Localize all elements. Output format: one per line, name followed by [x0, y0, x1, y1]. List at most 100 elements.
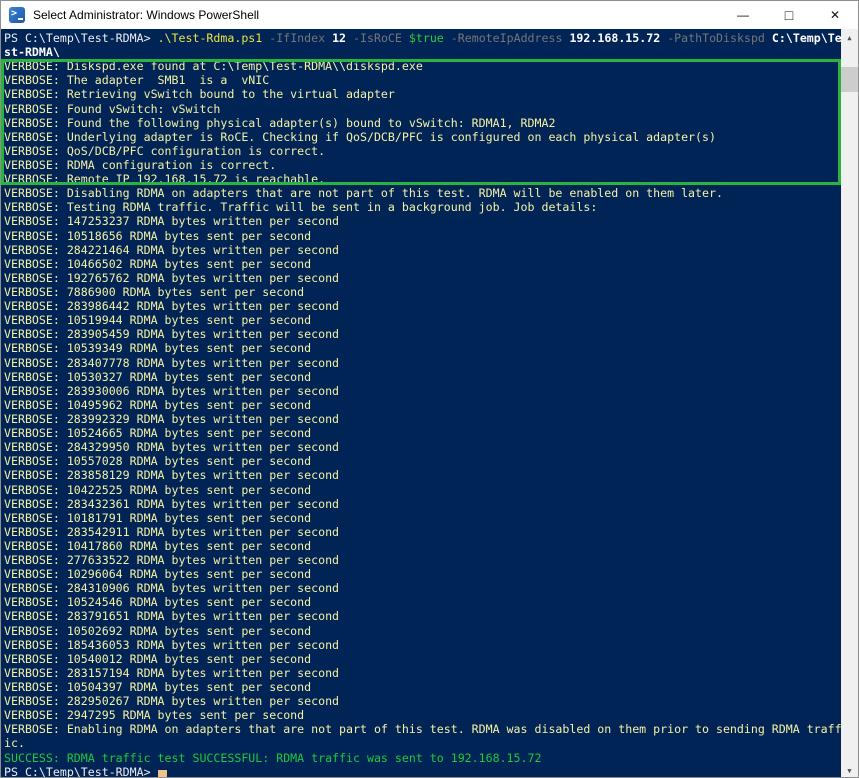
console-line: st-RDMA\ — [4, 45, 841, 59]
console-line: VERBOSE: Found the following physical ad… — [4, 116, 841, 130]
console-area[interactable]: PS C:\Temp\Test-RDMA> .\Test-Rdma.ps1 -I… — [1, 29, 858, 778]
console-line: VERBOSE: 283791651 RDMA bytes written pe… — [4, 609, 841, 623]
console-text-segment: VERBOSE: 10417860 RDMA bytes sent per se… — [4, 539, 311, 553]
console-line: VERBOSE: 10539349 RDMA bytes sent per se… — [4, 341, 841, 355]
console-line: VERBOSE: Disabling RDMA on adapters that… — [4, 186, 841, 200]
console-line: ic. — [4, 736, 841, 750]
console-line: VERBOSE: QoS/DCB/PFC configuration is co… — [4, 144, 841, 158]
vertical-scrollbar[interactable]: ▲ ▼ — [841, 29, 858, 778]
console-line: VERBOSE: Enabling RDMA on adapters that … — [4, 722, 841, 736]
console-text-segment: VERBOSE: 2947295 RDMA bytes sent per sec… — [4, 708, 304, 722]
console-line: VERBOSE: 282950267 RDMA bytes written pe… — [4, 694, 841, 708]
console-text-segment: PS C:\Temp\Test-RDMA> — [4, 31, 158, 45]
console-text-segment: VERBOSE: 10524665 RDMA bytes sent per se… — [4, 426, 311, 440]
powershell-window: Select Administrator: Windows PowerShell… — [0, 0, 859, 778]
console-line: VERBOSE: 10296064 RDMA bytes sent per se… — [4, 567, 841, 581]
console-line: VERBOSE: 283432361 RDMA bytes written pe… — [4, 497, 841, 511]
console-text-segment: -PathToDiskspd — [667, 31, 765, 45]
console-line: PS C:\Temp\Test-RDMA> — [4, 765, 841, 778]
console-text-segment: VERBOSE: 283858129 RDMA bytes written pe… — [4, 468, 339, 482]
console-text-segment: VERBOSE: 284310906 RDMA bytes written pe… — [4, 581, 339, 595]
console-line: PS C:\Temp\Test-RDMA> .\Test-Rdma.ps1 -I… — [4, 31, 841, 45]
console-text-segment: VERBOSE: 283407778 RDMA bytes written pe… — [4, 356, 339, 370]
console-line: VERBOSE: 10557028 RDMA bytes sent per se… — [4, 454, 841, 468]
console-line: VERBOSE: 284310906 RDMA bytes written pe… — [4, 581, 841, 595]
console-text-segment: PS C:\Temp\Test-RDMA> — [4, 765, 158, 778]
scroll-down-button[interactable]: ▼ — [841, 762, 858, 778]
console-text-segment: VERBOSE: 277633522 RDMA bytes written pe… — [4, 553, 339, 567]
console-line: VERBOSE: 147253237 RDMA bytes written pe… — [4, 214, 841, 228]
console-text-segment: 12 — [332, 31, 346, 45]
console-line: VERBOSE: 192765762 RDMA bytes written pe… — [4, 271, 841, 285]
console-line: VERBOSE: Underlying adapter is RoCE. Che… — [4, 130, 841, 144]
console-line: VERBOSE: 10530327 RDMA bytes sent per se… — [4, 370, 841, 384]
console-text-segment: VERBOSE: 282950267 RDMA bytes written pe… — [4, 694, 339, 708]
console-text-segment: VERBOSE: 284221464 RDMA bytes written pe… — [4, 243, 339, 257]
console-text-segment: VERBOSE: 7886900 RDMA bytes sent per sec… — [4, 285, 304, 299]
console-text-segment: VERBOSE: 10519944 RDMA bytes sent per se… — [4, 313, 311, 327]
scroll-up-button[interactable]: ▲ — [841, 29, 858, 46]
console-line: VERBOSE: 10519944 RDMA bytes sent per se… — [4, 313, 841, 327]
console-text-segment: $true — [409, 31, 444, 45]
console-text-segment: VERBOSE: 10495962 RDMA bytes sent per se… — [4, 398, 311, 412]
console-text-segment: VERBOSE: 10539349 RDMA bytes sent per se… — [4, 341, 311, 355]
console-line: VERBOSE: Testing RDMA traffic. Traffic w… — [4, 200, 841, 214]
text-cursor — [158, 770, 167, 777]
title-bar[interactable]: Select Administrator: Windows PowerShell… — [1, 1, 858, 29]
console-text-segment: VERBOSE: 10296064 RDMA bytes sent per se… — [4, 567, 311, 581]
console-line: SUCCESS: RDMA traffic test SUCCESSFUL: R… — [4, 751, 841, 765]
console-text-segment: VERBOSE: Underlying adapter is RoCE. Che… — [4, 130, 716, 144]
console-line: VERBOSE: Found vSwitch: vSwitch — [4, 102, 841, 116]
console-output[interactable]: PS C:\Temp\Test-RDMA> .\Test-Rdma.ps1 -I… — [1, 29, 841, 778]
console-line: VERBOSE: 10417860 RDMA bytes sent per se… — [4, 539, 841, 553]
console-line: VERBOSE: 10502692 RDMA bytes sent per se… — [4, 624, 841, 638]
console-text-segment: VERBOSE: 10540012 RDMA bytes sent per se… — [4, 652, 311, 666]
console-text-segment: VERBOSE: 283542911 RDMA bytes written pe… — [4, 525, 339, 539]
console-text-segment: VERBOSE: 10530327 RDMA bytes sent per se… — [4, 370, 311, 384]
console-line: VERBOSE: 283542911 RDMA bytes written pe… — [4, 525, 841, 539]
console-text-segment: VERBOSE: 10518656 RDMA bytes sent per se… — [4, 229, 311, 243]
scroll-down-icon: ▼ — [847, 767, 851, 775]
maximize-icon: □ — [785, 7, 793, 23]
close-button[interactable]: ✕ — [812, 1, 858, 29]
minimize-icon: — — [737, 8, 749, 22]
console-line: VERBOSE: 283157194 RDMA bytes written pe… — [4, 666, 841, 680]
console-text-segment: VERBOSE: Testing RDMA traffic. Traffic w… — [4, 200, 597, 214]
console-line: VERBOSE: Remote IP 192.168.15.72 is reac… — [4, 172, 841, 186]
console-line: VERBOSE: 7886900 RDMA bytes sent per sec… — [4, 285, 841, 299]
console-text-segment: VERBOSE: 10524546 RDMA bytes sent per se… — [4, 595, 311, 609]
console-line: VERBOSE: 283407778 RDMA bytes written pe… — [4, 356, 841, 370]
console-line: VERBOSE: 284329950 RDMA bytes written pe… — [4, 440, 841, 454]
console-line: VERBOSE: 10540012 RDMA bytes sent per se… — [4, 652, 841, 666]
console-text-segment — [444, 31, 451, 45]
console-line: VERBOSE: 10504397 RDMA bytes sent per se… — [4, 680, 841, 694]
console-text-segment: VERBOSE: 10502692 RDMA bytes sent per se… — [4, 624, 311, 638]
maximize-button[interactable]: □ — [766, 1, 812, 29]
console-text-segment: ic. — [4, 736, 25, 750]
console-line: VERBOSE: 283858129 RDMA bytes written pe… — [4, 468, 841, 482]
console-text-segment — [402, 31, 409, 45]
console-text-segment: VERBOSE: The adapter SMB1 is a vNIC — [4, 73, 269, 87]
console-text-segment: -IfIndex — [269, 31, 325, 45]
console-text-segment: VERBOSE: 10466502 RDMA bytes sent per se… — [4, 257, 311, 271]
console-line: VERBOSE: 283930006 RDMA bytes written pe… — [4, 384, 841, 398]
minimize-button[interactable]: — — [720, 1, 766, 29]
console-text-segment: VERBOSE: Diskspd.exe found at C:\Temp\Te… — [4, 59, 423, 73]
console-text-segment: VERBOSE: 284329950 RDMA bytes written pe… — [4, 440, 339, 454]
console-text-segment: VERBOSE: 283432361 RDMA bytes written pe… — [4, 497, 339, 511]
console-text-segment: VERBOSE: 283791651 RDMA bytes written pe… — [4, 609, 339, 623]
console-text-segment: VERBOSE: 185436053 RDMA bytes written pe… — [4, 638, 339, 652]
window-title: Select Administrator: Windows PowerShell — [33, 8, 259, 22]
scrollbar-thumb[interactable] — [841, 67, 858, 92]
console-line: VERBOSE: 10466502 RDMA bytes sent per se… — [4, 257, 841, 271]
console-text-segment: VERBOSE: Enabling RDMA on adapters that … — [4, 722, 841, 736]
console-line: VERBOSE: 2947295 RDMA bytes sent per sec… — [4, 708, 841, 722]
console-line: VERBOSE: 10181791 RDMA bytes sent per se… — [4, 511, 841, 525]
console-text-segment: VERBOSE: RDMA configuration is correct. — [4, 158, 276, 172]
console-text-segment: VERBOSE: 192765762 RDMA bytes written pe… — [4, 271, 339, 285]
console-line: VERBOSE: 185436053 RDMA bytes written pe… — [4, 638, 841, 652]
console-text-segment: VERBOSE: Retrieving vSwitch bound to the… — [4, 87, 395, 101]
console-line: VERBOSE: Retrieving vSwitch bound to the… — [4, 87, 841, 101]
console-line: VERBOSE: 283992329 RDMA bytes written pe… — [4, 412, 841, 426]
console-line: VERBOSE: 283986442 RDMA bytes written pe… — [4, 299, 841, 313]
